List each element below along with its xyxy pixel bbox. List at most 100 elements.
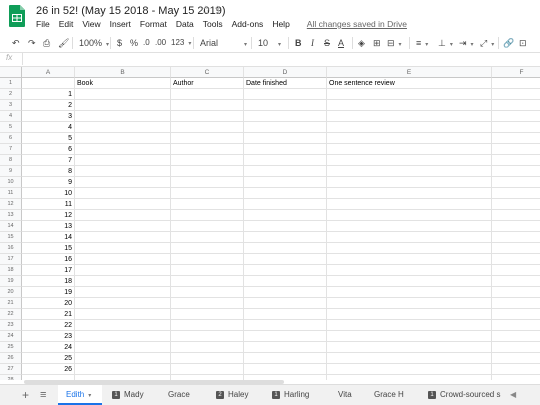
move-to-folder-icon[interactable]: ⇪ bbox=[213, 4, 222, 17]
row-number[interactable]: 20 bbox=[0, 287, 22, 298]
cell[interactable] bbox=[75, 122, 171, 133]
cell[interactable] bbox=[244, 265, 327, 276]
sheet-tab[interactable]: 2 Haley bbox=[208, 385, 260, 405]
strikethrough-button[interactable]: S bbox=[324, 37, 330, 49]
header-cell[interactable]: One sentence review bbox=[327, 78, 492, 89]
row-number[interactable]: 10 bbox=[0, 177, 22, 188]
cell[interactable] bbox=[244, 276, 327, 287]
cell[interactable] bbox=[75, 166, 171, 177]
row-number[interactable]: 23 bbox=[0, 320, 22, 331]
cell[interactable] bbox=[327, 243, 492, 254]
vertical-align-icon[interactable]: ⊥ ▾ bbox=[438, 37, 453, 51]
cell[interactable] bbox=[327, 287, 492, 298]
cell[interactable] bbox=[171, 100, 244, 111]
cell[interactable] bbox=[327, 177, 492, 188]
cell[interactable] bbox=[171, 276, 244, 287]
cell[interactable] bbox=[171, 221, 244, 232]
cell[interactable] bbox=[327, 232, 492, 243]
redo-icon[interactable]: ↷ bbox=[28, 37, 36, 49]
cell[interactable] bbox=[171, 265, 244, 276]
paint-format-icon[interactable]: 🖌 bbox=[58, 37, 69, 49]
font-size-select[interactable]: 10 ▾ bbox=[258, 37, 281, 51]
menu-file[interactable]: File bbox=[36, 19, 50, 32]
book-number-cell[interactable]: 10 bbox=[22, 188, 75, 199]
cell[interactable] bbox=[492, 199, 540, 210]
cell[interactable] bbox=[327, 254, 492, 265]
cell[interactable] bbox=[75, 100, 171, 111]
increase-decimal-button[interactable]: .00 bbox=[155, 37, 166, 49]
cell[interactable] bbox=[327, 309, 492, 320]
cell[interactable] bbox=[492, 100, 540, 111]
more-formats-select[interactable]: 123 ▾ bbox=[171, 37, 191, 50]
header-cell[interactable]: Author bbox=[171, 78, 244, 89]
book-number-cell[interactable]: 3 bbox=[22, 111, 75, 122]
cell[interactable] bbox=[244, 298, 327, 309]
menu-tools[interactable]: Tools bbox=[203, 19, 223, 32]
book-number-cell[interactable]: 18 bbox=[22, 276, 75, 287]
cell[interactable] bbox=[244, 133, 327, 144]
cell[interactable] bbox=[75, 144, 171, 155]
book-number-cell[interactable]: 2 bbox=[22, 100, 75, 111]
book-number-cell[interactable]: 4 bbox=[22, 122, 75, 133]
cell[interactable] bbox=[327, 320, 492, 331]
sheet-tab[interactable]: Edith ▾ bbox=[58, 385, 102, 405]
row-number[interactable]: 5 bbox=[0, 122, 22, 133]
cell[interactable] bbox=[75, 342, 171, 353]
column-header-a[interactable]: A bbox=[22, 67, 75, 78]
cell[interactable] bbox=[327, 89, 492, 100]
cell[interactable] bbox=[492, 144, 540, 155]
cell[interactable] bbox=[492, 166, 540, 177]
row-number[interactable]: 1 bbox=[0, 78, 22, 89]
cell[interactable] bbox=[171, 232, 244, 243]
row-number[interactable]: 6 bbox=[0, 133, 22, 144]
cell[interactable] bbox=[75, 133, 171, 144]
book-number-cell[interactable]: 9 bbox=[22, 177, 75, 188]
cell[interactable] bbox=[327, 353, 492, 364]
row-number[interactable]: 2 bbox=[0, 89, 22, 100]
document-title[interactable]: 26 in 52! (May 15 2018 - May 15 2019) bbox=[36, 5, 226, 17]
cell[interactable] bbox=[75, 188, 171, 199]
cell[interactable] bbox=[327, 375, 492, 380]
cell[interactable] bbox=[244, 331, 327, 342]
book-number-cell[interactable]: 25 bbox=[22, 353, 75, 364]
cell[interactable] bbox=[492, 177, 540, 188]
cell[interactable] bbox=[171, 122, 244, 133]
cell[interactable] bbox=[492, 287, 540, 298]
cell[interactable] bbox=[327, 331, 492, 342]
add-sheet-button[interactable]: + bbox=[22, 385, 29, 405]
cell[interactable] bbox=[492, 342, 540, 353]
menu-format[interactable]: Format bbox=[140, 19, 167, 32]
cell[interactable] bbox=[75, 199, 171, 210]
sheet-tab[interactable]: 1 Crowd-sourced s bbox=[420, 385, 512, 405]
currency-format-button[interactable]: $ bbox=[117, 37, 122, 49]
cell[interactable] bbox=[244, 166, 327, 177]
book-number-cell[interactable]: 11 bbox=[22, 199, 75, 210]
book-number-cell[interactable]: 6 bbox=[22, 144, 75, 155]
row-number[interactable]: 28 bbox=[0, 375, 22, 380]
menu-insert[interactable]: Insert bbox=[110, 19, 131, 32]
zoom-select[interactable]: 100% ▾ bbox=[79, 37, 109, 51]
cell[interactable] bbox=[244, 210, 327, 221]
cell[interactable] bbox=[75, 298, 171, 309]
row-number[interactable]: 11 bbox=[0, 188, 22, 199]
row-number[interactable]: 24 bbox=[0, 331, 22, 342]
sheet-tab[interactable]: 1 Mady bbox=[104, 385, 156, 405]
row-number[interactable]: 12 bbox=[0, 199, 22, 210]
chevron-down-icon[interactable]: ▾ bbox=[88, 393, 91, 399]
book-number-cell[interactable]: 1 bbox=[22, 89, 75, 100]
cell[interactable] bbox=[75, 353, 171, 364]
cell[interactable] bbox=[171, 188, 244, 199]
cell[interactable] bbox=[75, 210, 171, 221]
cell[interactable] bbox=[244, 177, 327, 188]
spreadsheet-grid[interactable]: A B C D E F 1 Book Author Date finished One … bbox=[0, 67, 540, 380]
cell[interactable] bbox=[171, 243, 244, 254]
column-header-d[interactable]: D bbox=[244, 67, 327, 78]
cell[interactable] bbox=[492, 276, 540, 287]
book-number-cell[interactable]: 13 bbox=[22, 221, 75, 232]
insert-comment-icon[interactable]: ⊡ bbox=[519, 37, 527, 49]
cell[interactable] bbox=[244, 188, 327, 199]
row-number[interactable]: 9 bbox=[0, 166, 22, 177]
cell[interactable] bbox=[244, 199, 327, 210]
menu-edit[interactable]: Edit bbox=[59, 19, 74, 32]
cell[interactable] bbox=[244, 364, 327, 375]
